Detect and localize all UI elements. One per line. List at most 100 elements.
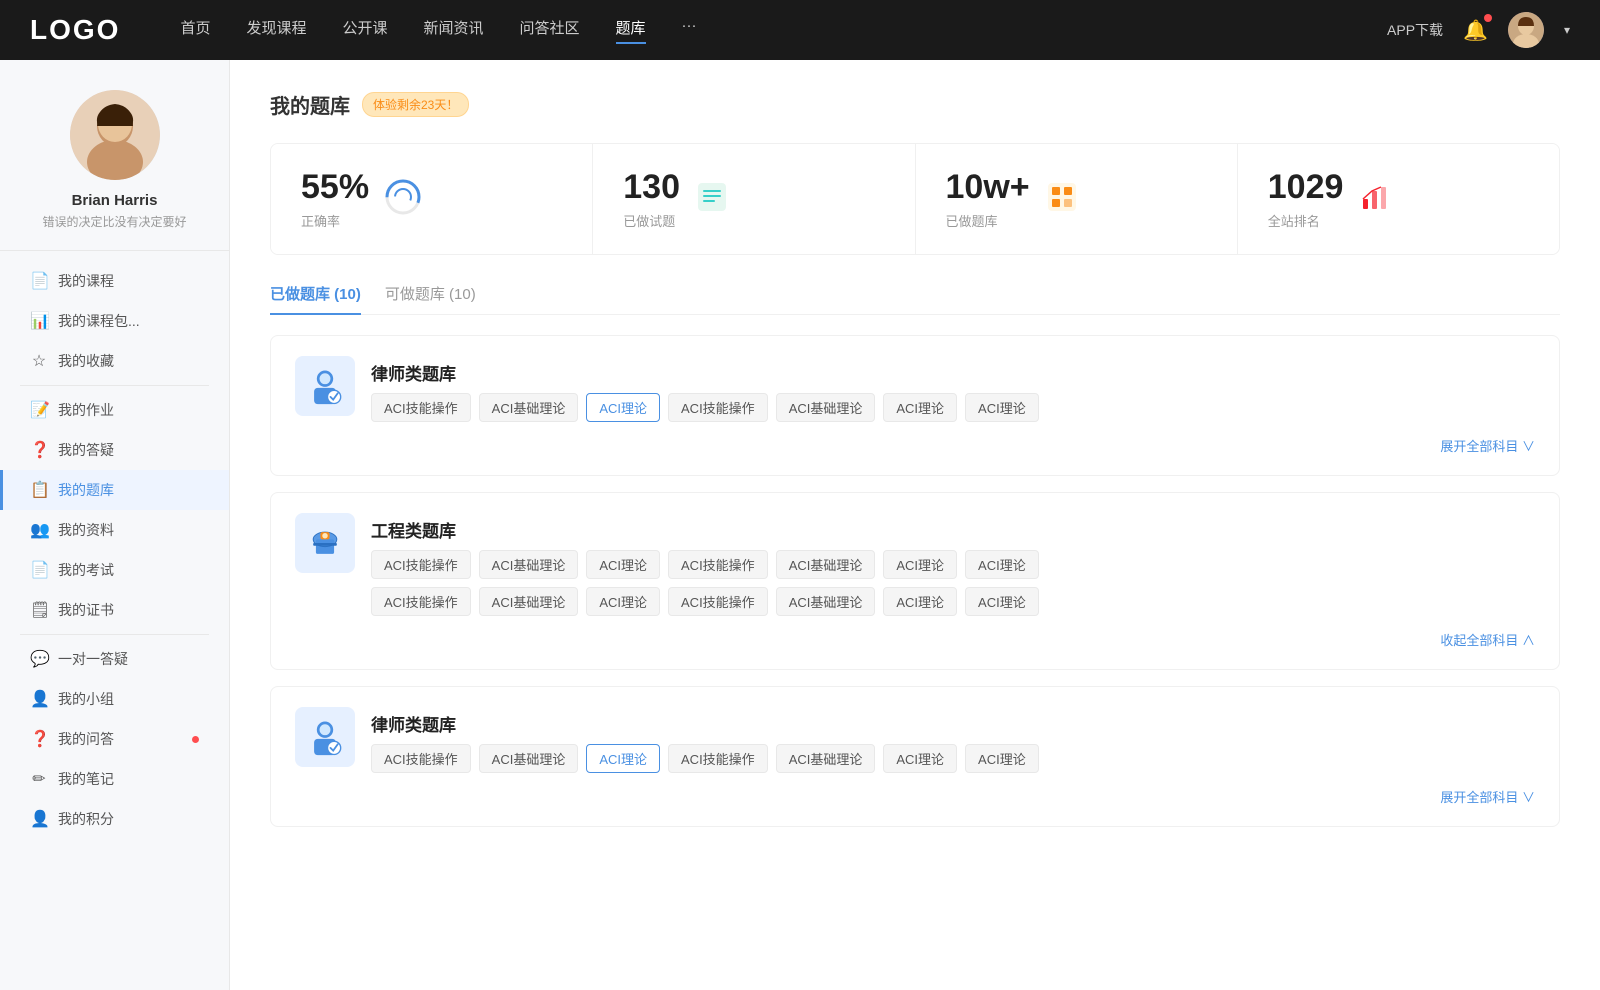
tag-1-2[interactable]: ACI理论 <box>586 550 660 579</box>
stat-value-rank: 1029 全站排名 <box>1268 168 1344 230</box>
tab-available-banks[interactable]: 可做题库 (10) <box>385 283 476 314</box>
tag-2-4[interactable]: ACI基础理论 <box>776 744 876 773</box>
logo[interactable]: LOGO <box>30 14 120 46</box>
tag-0-0[interactable]: ACI技能操作 <box>371 393 471 422</box>
sidebar-item-exam[interactable]: 📄 我的考试 <box>0 550 229 590</box>
sidebar-item-label: 我的作业 <box>58 400 114 420</box>
sidebar-divider-1 <box>20 385 209 386</box>
tag-0-3[interactable]: ACI技能操作 <box>668 393 768 422</box>
expand-link-0[interactable]: 展开全部科目 ∨ <box>295 436 1535 455</box>
group-icon: 👤 <box>30 689 48 709</box>
sidebar-item-points[interactable]: 👤 我的积分 <box>0 799 229 839</box>
package-icon: 📊 <box>30 311 48 331</box>
bar-chart-icon <box>1359 181 1391 218</box>
nav-item-qa[interactable]: 问答社区 <box>520 17 580 44</box>
sidebar-item-tutoring[interactable]: 💬 一对一答疑 <box>0 639 229 679</box>
bank-card-2: 律师类题库 ACI技能操作 ACI基础理论 ACI理论 ACI技能操作 ACI基… <box>270 686 1560 827</box>
tag-1-s4[interactable]: ACI基础理论 <box>776 587 876 616</box>
sidebar-profile: Brian Harris 错误的决定比没有决定要好 <box>0 90 229 251</box>
exam-icon: 📄 <box>30 560 48 580</box>
tag-1-3[interactable]: ACI技能操作 <box>668 550 768 579</box>
grid-icon <box>1046 181 1078 218</box>
sidebar-item-label: 我的收藏 <box>58 351 114 371</box>
nav-item-courses[interactable]: 发现课程 <box>246 17 306 44</box>
bank-icon-engineer <box>295 513 355 573</box>
sidebar-item-homework[interactable]: 📝 我的作业 <box>0 390 229 430</box>
cert-icon: 🗒 <box>30 600 48 620</box>
tag-2-3[interactable]: ACI技能操作 <box>668 744 768 773</box>
nav-right: APP下载 🔔 ▾ <box>1387 12 1570 48</box>
stat-label: 正确率 <box>301 211 369 230</box>
tag-0-5[interactable]: ACI理论 <box>883 393 957 422</box>
expand-link-2[interactable]: 展开全部科目 ∨ <box>295 787 1535 806</box>
qa-icon: ❓ <box>30 440 48 460</box>
sidebar-item-questions[interactable]: ❓ 我的问答 <box>0 719 229 759</box>
dropdown-arrow-icon[interactable]: ▾ <box>1564 23 1570 37</box>
avatar[interactable] <box>1508 12 1544 48</box>
sidebar-item-group[interactable]: 👤 我的小组 <box>0 679 229 719</box>
bank-icon: 📋 <box>30 480 48 500</box>
tag-1-s2[interactable]: ACI理论 <box>586 587 660 616</box>
sidebar-item-label: 我的小组 <box>58 689 114 709</box>
tag-1-1[interactable]: ACI基础理论 <box>479 550 579 579</box>
nav-item-more[interactable]: ··· <box>682 17 697 44</box>
nav-item-bank[interactable]: 题库 <box>616 17 646 44</box>
stat-ranking: 1029 全站排名 <box>1238 144 1559 254</box>
tag-2-2[interactable]: ACI理论 <box>586 744 660 773</box>
app-download-button[interactable]: APP下载 <box>1387 20 1443 40</box>
bank-card-header-1: 工程类题库 ACI技能操作 ACI基础理论 ACI理论 ACI技能操作 ACI基… <box>295 513 1535 616</box>
tag-0-1[interactable]: ACI基础理论 <box>479 393 579 422</box>
profile-avatar[interactable] <box>70 90 160 180</box>
bank-title-1: 工程类题库 <box>371 513 1039 542</box>
unread-dot <box>192 736 199 743</box>
collapse-link-1[interactable]: 收起全部科目 ∧ <box>295 630 1535 649</box>
sidebar-item-label: 我的笔记 <box>58 769 114 789</box>
stat-value-correct: 55% 正确率 <box>301 168 369 230</box>
notification-bell[interactable]: 🔔 <box>1463 18 1488 43</box>
tag-1-6[interactable]: ACI理论 <box>965 550 1039 579</box>
tag-0-2[interactable]: ACI理论 <box>586 393 660 422</box>
tag-0-6[interactable]: ACI理论 <box>965 393 1039 422</box>
tag-1-s3[interactable]: ACI技能操作 <box>668 587 768 616</box>
sidebar-item-qa-mine[interactable]: ❓ 我的答疑 <box>0 430 229 470</box>
tag-1-5[interactable]: ACI理论 <box>883 550 957 579</box>
nav-item-news[interactable]: 新闻资讯 <box>424 17 484 44</box>
notes-icon: ✏ <box>30 769 48 789</box>
tag-0-4[interactable]: ACI基础理论 <box>776 393 876 422</box>
tab-done-banks[interactable]: 已做题库 (10) <box>270 283 361 314</box>
sidebar-item-profile[interactable]: 👥 我的资料 <box>0 510 229 550</box>
tag-1-s5[interactable]: ACI理论 <box>883 587 957 616</box>
tag-2-6[interactable]: ACI理论 <box>965 744 1039 773</box>
sidebar-item-courses[interactable]: 📄 我的课程 <box>0 261 229 301</box>
avatar-image <box>1508 12 1544 48</box>
tag-1-s6[interactable]: ACI理论 <box>965 587 1039 616</box>
sidebar-item-label: 我的资料 <box>58 520 114 540</box>
tutoring-icon: 💬 <box>30 649 48 669</box>
stat-correct-rate: 55% 正确率 <box>271 144 593 254</box>
tag-1-s0[interactable]: ACI技能操作 <box>371 587 471 616</box>
tag-2-5[interactable]: ACI理论 <box>883 744 957 773</box>
tag-1-s1[interactable]: ACI基础理论 <box>479 587 579 616</box>
sidebar-item-question-bank[interactable]: 📋 我的题库 <box>0 470 229 510</box>
sidebar: Brian Harris 错误的决定比没有决定要好 📄 我的课程 📊 我的课程包… <box>0 60 230 990</box>
stats-row: 55% 正确率 130 已做试题 <box>270 143 1560 255</box>
stat-number: 130 <box>623 168 680 207</box>
sidebar-item-cert[interactable]: 🗒 我的证书 <box>0 590 229 630</box>
tag-1-4[interactable]: ACI基础理论 <box>776 550 876 579</box>
tag-2-1[interactable]: ACI基础理论 <box>479 744 579 773</box>
nav-item-home[interactable]: 首页 <box>180 17 210 44</box>
nav-item-open[interactable]: 公开课 <box>342 17 387 44</box>
tag-2-0[interactable]: ACI技能操作 <box>371 744 471 773</box>
sidebar-item-notes[interactable]: ✏ 我的笔记 <box>0 759 229 799</box>
sidebar-item-label: 我的积分 <box>58 809 114 829</box>
sidebar-item-favorites[interactable]: ☆ 我的收藏 <box>0 341 229 381</box>
sidebar-item-label: 一对一答疑 <box>58 649 128 669</box>
homework-icon: 📝 <box>30 400 48 420</box>
sidebar-menu: 📄 我的课程 📊 我的课程包... ☆ 我的收藏 📝 我的作业 ❓ 我的答疑 � <box>0 251 229 849</box>
stat-label: 已做题库 <box>946 211 1030 230</box>
bank-info-1: 工程类题库 ACI技能操作 ACI基础理论 ACI理论 ACI技能操作 ACI基… <box>371 513 1039 616</box>
bank-info-0: 律师类题库 ACI技能操作 ACI基础理论 ACI理论 ACI技能操作 ACI基… <box>371 356 1039 422</box>
bell-icon: 🔔 <box>1463 20 1488 42</box>
sidebar-item-course-package[interactable]: 📊 我的课程包... <box>0 301 229 341</box>
tag-1-0[interactable]: ACI技能操作 <box>371 550 471 579</box>
